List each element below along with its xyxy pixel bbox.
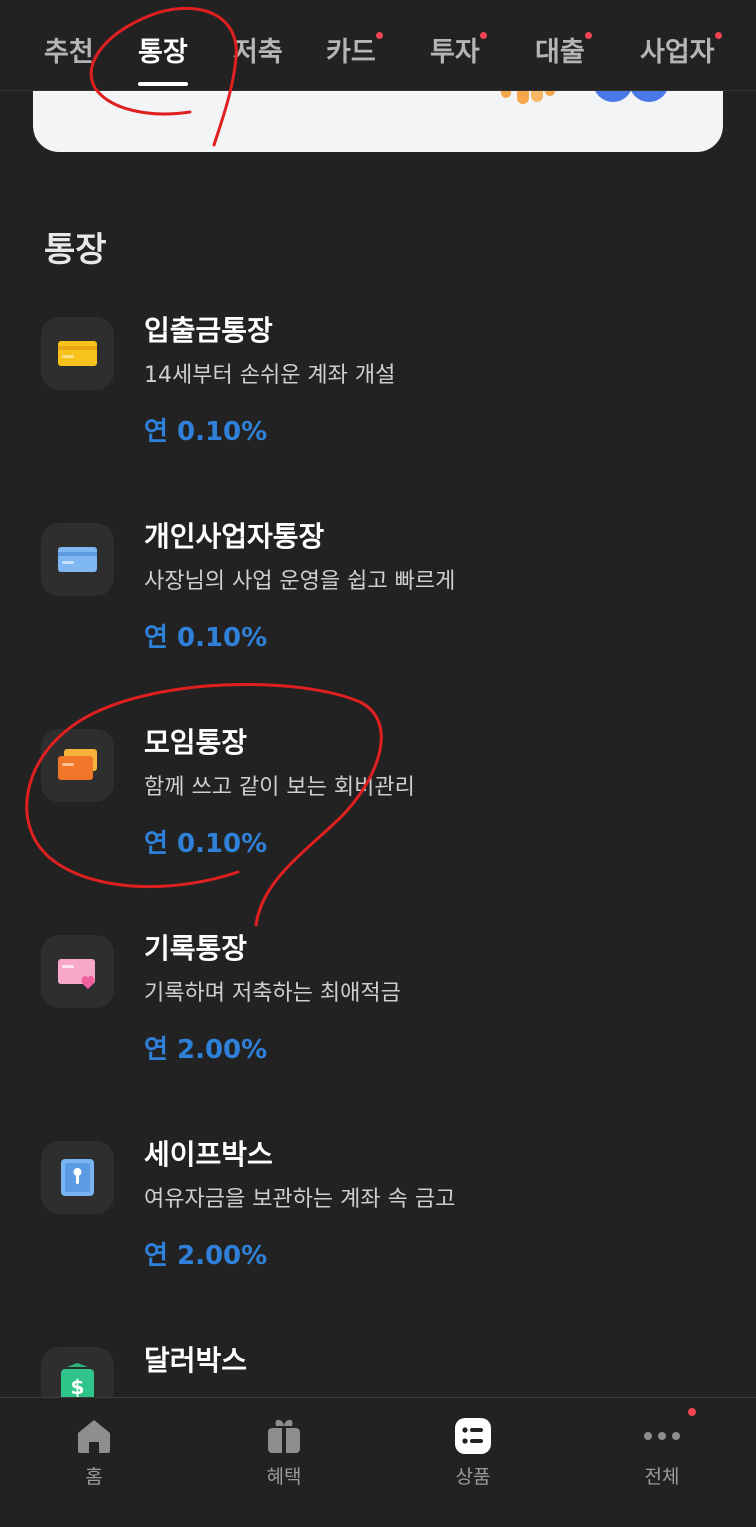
product-item-deposit[interactable]: 입출금통장 14세부터 손쉬운 계좌 개설 연 0.10%	[0, 314, 756, 497]
product-title: 입출금통장	[144, 314, 273, 347]
product-item-business[interactable]: 개인사업자통장 사장님의 사업 운영을 쉽고 빠르게 연 0.10%	[0, 520, 756, 703]
banner-illustration	[501, 88, 669, 104]
product-item-group[interactable]: 모임통장 함께 쓰고 같이 보는 회비관리 연 0.10%	[0, 726, 756, 909]
nav-all[interactable]: 전체	[602, 1398, 722, 1498]
pink-heart-card-icon	[41, 935, 114, 1008]
yellow-card-icon	[41, 317, 114, 390]
product-description: 기록하며 저축하는 최애적금	[144, 981, 401, 1006]
product-title: 모임통장	[144, 726, 248, 759]
notification-dot	[688, 1408, 696, 1416]
tab-loan[interactable]: 대출	[535, 30, 592, 69]
interest-rate: 연 0.10%	[144, 417, 268, 447]
product-title: 개인사업자통장	[144, 520, 325, 553]
home-icon	[78, 1420, 110, 1453]
notification-dot	[714, 32, 722, 39]
nav-products[interactable]: 상품	[413, 1398, 533, 1498]
safebox-icon	[41, 1141, 114, 1214]
product-description: 여유자금을 보관하는 계좌 속 금고	[144, 1187, 456, 1212]
blue-card-icon	[41, 523, 114, 596]
tab-savings[interactable]: 저축	[233, 30, 283, 69]
tab-recommend[interactable]: 추천	[44, 30, 94, 69]
nav-home[interactable]: 홈	[34, 1398, 154, 1498]
nav-label: 전체	[644, 1466, 680, 1488]
active-tab-underline	[138, 82, 188, 86]
product-description: 사장님의 사업 운영을 쉽고 빠르게	[144, 569, 456, 594]
promo-banner[interactable]	[33, 88, 723, 152]
tab-label: 투자	[430, 37, 480, 68]
interest-rate: 연 2.00%	[144, 1241, 268, 1271]
tab-label: 사업자	[640, 37, 715, 68]
tab-label: 추천	[44, 37, 94, 68]
product-description: 함께 쓰고 같이 보는 회비관리	[144, 775, 415, 800]
list-icon	[455, 1418, 491, 1454]
tab-business[interactable]: 사업자	[640, 30, 722, 69]
interest-rate: 연 2.00%	[144, 1035, 268, 1065]
top-tab-bar: 추천 통장 저축 카드 투자 대출 사업자	[0, 0, 756, 91]
more-dots-icon	[644, 1432, 680, 1440]
nav-label: 상품	[455, 1466, 491, 1488]
svg-text:$: $	[71, 1375, 85, 1399]
section-title: 통장	[44, 230, 107, 270]
bottom-nav-bar: 홈 혜택 상품 전체	[0, 1397, 756, 1498]
tab-label: 카드	[326, 37, 376, 68]
product-description: 14세부터 손쉬운 계좌 개설	[144, 363, 396, 388]
notification-dot	[584, 32, 592, 39]
product-title: 기록통장	[144, 932, 248, 965]
tab-accounts[interactable]: 통장	[138, 30, 188, 86]
interest-rate: 연 0.10%	[144, 623, 268, 653]
tab-label: 저축	[233, 37, 283, 68]
tab-card[interactable]: 카드	[326, 30, 383, 69]
interest-rate: 연 0.10%	[144, 829, 268, 859]
nav-label: 혜택	[266, 1466, 302, 1488]
orange-cards-icon	[41, 729, 114, 802]
gift-icon	[268, 1419, 300, 1453]
product-item-safebox[interactable]: 세이프박스 여유자금을 보관하는 계좌 속 금고 연 2.00%	[0, 1138, 756, 1321]
notification-dot	[375, 32, 383, 39]
tab-invest[interactable]: 투자	[430, 30, 487, 69]
product-title: 달러박스	[144, 1344, 248, 1377]
product-title: 세이프박스	[144, 1138, 273, 1171]
notification-dot	[479, 32, 487, 39]
tab-label: 대출	[535, 37, 585, 68]
product-item-record[interactable]: 기록통장 기록하며 저축하는 최애적금 연 2.00%	[0, 932, 756, 1115]
nav-label: 홈	[85, 1466, 103, 1488]
nav-benefits[interactable]: 혜택	[224, 1398, 344, 1498]
tab-label: 통장	[138, 37, 188, 68]
